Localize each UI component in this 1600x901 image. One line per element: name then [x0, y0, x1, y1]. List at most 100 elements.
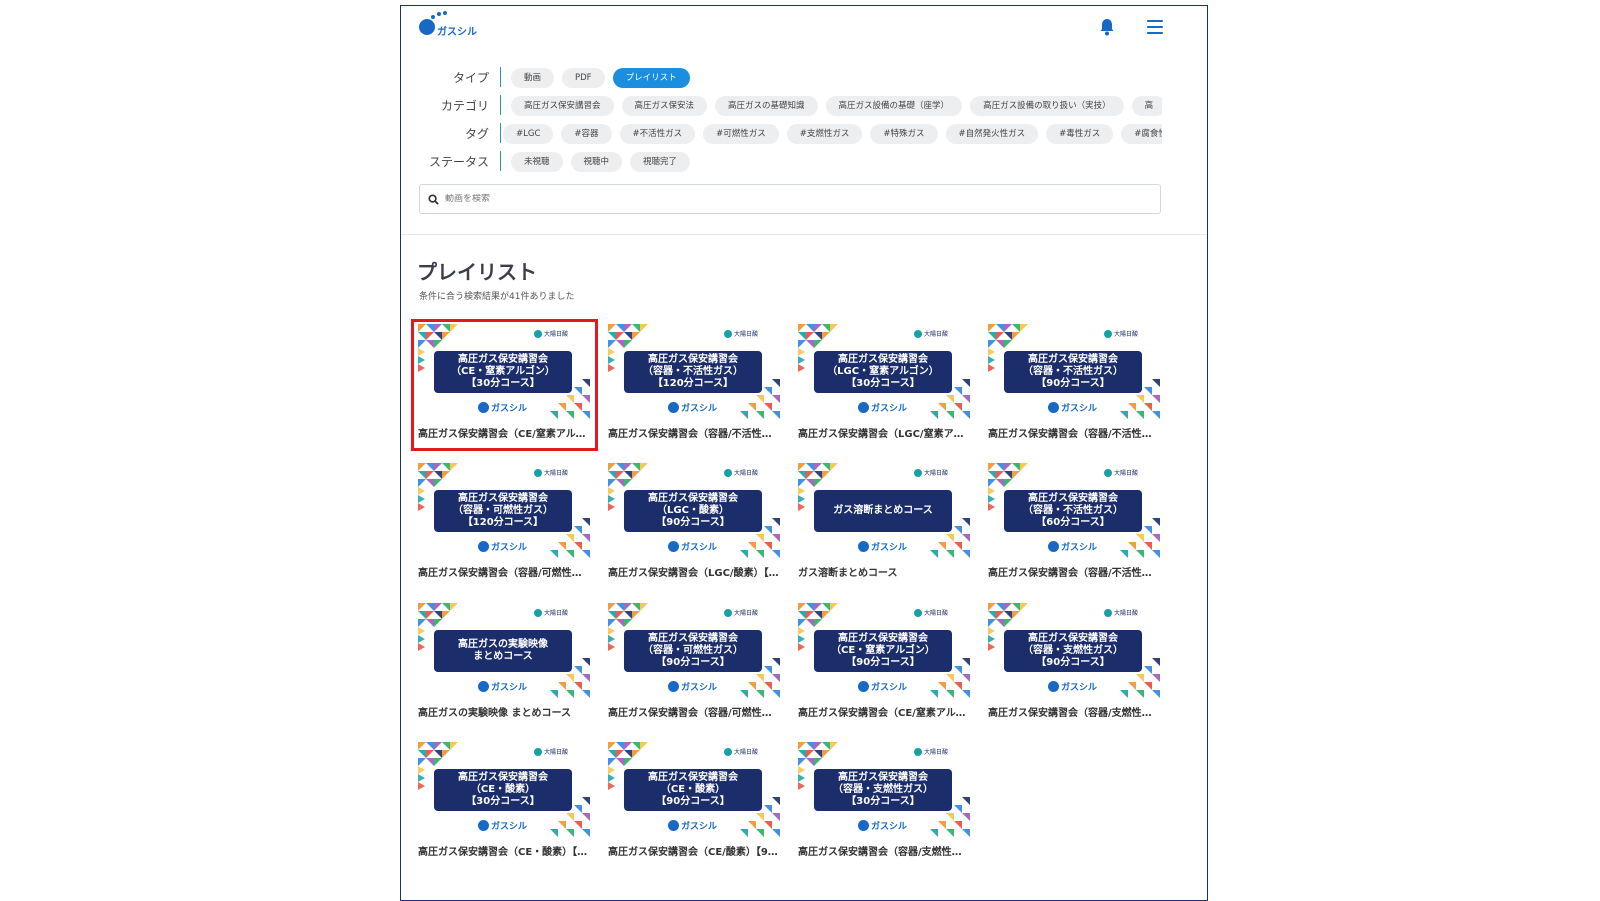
- bell-icon[interactable]: [1099, 18, 1115, 36]
- company-logo: 大陽日酸: [533, 329, 568, 338]
- filter-chip[interactable]: 高圧ガス設備の基礎（座学）: [825, 96, 963, 116]
- filter-label: カテゴリ: [440, 99, 489, 113]
- thumbnail-title-badge: 高圧ガス保安講習会 （CE・窒素アルゴン） 【90分コース】: [814, 630, 952, 672]
- filter-chip[interactable]: 視聴完了: [630, 152, 691, 172]
- playlist-card[interactable]: 大陽日酸 高圧ガス保安講習会 （CE・窒素アルゴン） 【30分コース】 ガスシル 高圧ガス…: [418, 324, 590, 446]
- playlist-thumbnail[interactable]: 大陽日酸 高圧ガス保安講習会 （CE・酸素） 【90分コース】 ガスシル: [608, 742, 780, 837]
- playlist-thumbnail[interactable]: 大陽日酸 高圧ガス保安講習会 （容器・不活性ガス） 【120分コース】 ガスシル: [608, 324, 780, 419]
- filter-chip[interactable]: 高圧ガス保安法: [621, 96, 708, 116]
- playlist-title[interactable]: 高圧ガス保安講習会（LGC/酸素）【90分コース】: [608, 564, 780, 579]
- company-logo: 大陽日酸: [913, 468, 948, 477]
- playlist-thumbnail[interactable]: 大陽日酸 高圧ガス保安講習会 （LGC・酸素） 【90分コース】 ガスシル: [608, 463, 780, 558]
- playlist-thumbnail[interactable]: 大陽日酸 高圧ガスの実験映像 まとめコース ガスシル: [418, 603, 590, 698]
- company-logo: 大陽日酸: [913, 608, 948, 617]
- playlist-title[interactable]: 高圧ガス保安講習会（CE/酸素）【90分コース】: [608, 843, 780, 858]
- thumbnail-title-line: 【120分コース】: [652, 378, 734, 389]
- thumbnail-title-line: （容器・可燃性ガス）: [643, 645, 743, 656]
- service-logo-text: ガスシル: [1061, 404, 1098, 414]
- playlist-thumbnail[interactable]: 大陽日酸 高圧ガス保安講習会 （LGC・窒素アルゴン） 【30分コース】 ガスシル: [798, 324, 970, 419]
- playlist-title[interactable]: 高圧ガス保安講習会（容器/可燃性ガス）【90分コース】: [608, 704, 780, 719]
- filter-chip[interactable]: #不活性ガス: [619, 124, 696, 144]
- playlist-card[interactable]: 大陽日酸 高圧ガス保安講習会 （LGC・窒素アルゴン） 【30分コース】 ガスシル 高圧ガ…: [798, 324, 970, 446]
- search-input[interactable]: [445, 194, 1125, 204]
- playlist-card[interactable]: 大陽日酸 高圧ガス保安講習会 （容器・不活性ガス） 【120分コース】 ガスシル 高圧ガス…: [608, 324, 780, 446]
- filter-chip[interactable]: 高: [1131, 96, 1162, 116]
- playlist-title[interactable]: ガス溶断まとめコース: [798, 564, 970, 579]
- playlist-title[interactable]: 高圧ガス保安講習会（容器/支燃性ガス）【30分コース】: [798, 843, 970, 858]
- playlist-card[interactable]: 大陽日酸 高圧ガス保安講習会 （容器・支燃性ガス） 【90分コース】 ガスシル高圧ガス保…: [988, 603, 1160, 725]
- playlist-card[interactable]: 大陽日酸 高圧ガス保安講習会 （容器・不活性ガス） 【90分コース】 ガスシル高圧ガス保…: [988, 324, 1160, 446]
- thumbnail-title-line: （容器・支燃性ガス）: [1023, 645, 1123, 656]
- filter-chip[interactable]: #LGC: [503, 124, 554, 144]
- filter-panel: タイプ 動画 PDF プレイリスト カテゴリ 高圧ガス保安講習会 高圧ガス保安法 高圧ガスの基…: [401, 64, 1207, 176]
- filter-chip[interactable]: 未視聴: [511, 152, 563, 172]
- playlist-card[interactable]: 大陽日酸 高圧ガス保安講習会 （容器・可燃性ガス） 【120分コース】 ガスシル高圧ガス…: [418, 463, 590, 585]
- thumbnail-title-line: 高圧ガス保安講習会: [838, 354, 928, 365]
- service-logo-icon: [668, 820, 679, 831]
- playlist-thumbnail[interactable]: 大陽日酸 高圧ガス保安講習会 （CE・窒素アルゴン） 【90分コース】 ガスシル: [798, 603, 970, 698]
- filter-chip[interactable]: #容器: [561, 124, 612, 144]
- company-logo: 大陽日酸: [533, 747, 568, 756]
- search-box[interactable]: [419, 184, 1161, 214]
- playlist-thumbnail[interactable]: 大陽日酸 高圧ガス保安講習会 （容器・可燃性ガス） 【90分コース】 ガスシル: [608, 603, 780, 698]
- filter-chip[interactable]: #自然発火性ガス: [945, 124, 1039, 144]
- filter-chip[interactable]: 高圧ガス保安講習会: [511, 96, 614, 116]
- playlist-card[interactable]: 大陽日酸 高圧ガス保安講習会 （CE・酸素） 【90分コース】 ガスシル 高圧ガス保安講習…: [608, 742, 780, 864]
- playlist-title[interactable]: 高圧ガス保安講習会（容器/支燃性ガス）【90分コース】: [988, 704, 1160, 719]
- filter-chip[interactable]: 視聴中: [570, 152, 623, 172]
- playlist-title[interactable]: 高圧ガスの実験映像 まとめコース: [418, 704, 590, 719]
- playlist-thumbnail[interactable]: 大陽日酸 高圧ガス保安講習会 （容器・支燃性ガス） 【30分コース】 ガスシル: [798, 742, 970, 837]
- filter-chip[interactable]: 高圧ガスの基礎知識: [715, 96, 818, 116]
- playlist-thumbnail[interactable]: 大陽日酸 高圧ガス保安講習会 （容器・支燃性ガス） 【90分コース】 ガスシル: [988, 603, 1160, 698]
- thumbnail-title-badge: 高圧ガス保安講習会 （CE・酸素） 【90分コース】: [624, 769, 762, 811]
- playlist-title[interactable]: 高圧ガス保安講習会（容器/可燃性ガス）【120分コース】: [418, 564, 590, 579]
- playlist-title[interactable]: 高圧ガス保安講習会（容器/不活性ガス）【90分コース】: [988, 425, 1160, 440]
- filter-chip[interactable]: #毒性ガス: [1046, 124, 1114, 144]
- thumbnail-title-badge: 高圧ガス保安講習会 （容器・不活性ガス） 【120分コース】: [624, 351, 762, 393]
- playlist-title[interactable]: 高圧ガス保安講習会（CE・酸素）【30分コース】: [418, 843, 590, 858]
- playlist-card[interactable]: 大陽日酸 ガス溶断まとめコース ガスシルガス溶断まとめコース: [798, 463, 970, 585]
- playlist-card[interactable]: 大陽日酸 高圧ガス保安講習会 （容器・可燃性ガス） 【90分コース】 ガスシル高圧ガス保…: [608, 603, 780, 725]
- service-logo-text: ガスシル: [491, 404, 528, 414]
- playlist-thumbnail[interactable]: 大陽日酸 高圧ガス保安講習会 （容器・可燃性ガス） 【120分コース】 ガスシル: [418, 463, 590, 558]
- thumbnail-title-line: 【90分コース】: [846, 657, 920, 668]
- playlist-card[interactable]: 大陽日酸 高圧ガス保安講習会 （CE・酸素） 【30分コース】 ガスシル 高圧ガス保安講習…: [418, 742, 590, 864]
- playlist-title[interactable]: 高圧ガス保安講習会（CE/窒素アルゴン）【90分コース】: [798, 704, 970, 719]
- filter-chip[interactable]: #特殊ガス: [870, 124, 938, 144]
- filter-chip[interactable]: 動画: [511, 68, 555, 88]
- company-logo-text: 大陽日酸: [1113, 610, 1138, 617]
- playlist-title[interactable]: 高圧ガス保安講習会（容器/不活性ガス）【120分コース】: [608, 425, 780, 440]
- filter-chip[interactable]: プレイリスト: [612, 68, 690, 88]
- divider: [401, 234, 1207, 235]
- hamburger-menu-icon[interactable]: [1147, 20, 1163, 34]
- filter-separator: [500, 95, 501, 115]
- filter-chip[interactable]: #腐食性: [1121, 124, 1162, 144]
- playlist-title[interactable]: 高圧ガス保安講習会（容器/不活性ガス）【60分コース】: [988, 564, 1160, 579]
- filter-chips: 動画 PDF プレイリスト: [511, 68, 1162, 90]
- filter-chip[interactable]: #可燃性ガス: [703, 124, 779, 144]
- playlist-thumbnail[interactable]: 大陽日酸 ガス溶断まとめコース ガスシル: [798, 463, 970, 558]
- playlist-card[interactable]: 大陽日酸 高圧ガスの実験映像 まとめコース ガスシル高圧ガスの実験映像 まとめコース: [418, 603, 590, 725]
- playlist-thumbnail[interactable]: 大陽日酸 高圧ガス保安講習会 （容器・不活性ガス） 【60分コース】 ガスシル: [988, 463, 1160, 558]
- playlist-card[interactable]: 大陽日酸 高圧ガス保安講習会 （CE・窒素アルゴン） 【90分コース】 ガスシル 高圧ガス…: [798, 603, 970, 725]
- playlist-title[interactable]: 高圧ガス保安講習会（CE/窒素アルゴン）【30分コース】: [418, 425, 590, 440]
- playlist-card[interactable]: 大陽日酸 高圧ガス保安講習会 （LGC・酸素） 【90分コース】 ガスシル高圧ガス保安講…: [608, 463, 780, 585]
- thumbnail-title-badge: 高圧ガス保安講習会 （CE・酸素） 【30分コース】: [434, 769, 572, 811]
- company-logo-text: 大陽日酸: [543, 749, 568, 756]
- app-logo[interactable]: ガスシル: [419, 10, 477, 38]
- playlist-card[interactable]: 大陽日酸 高圧ガス保安講習会 （容器・不活性ガス） 【60分コース】 ガスシル高圧ガス保…: [988, 463, 1160, 585]
- playlist-thumbnail[interactable]: 大陽日酸 高圧ガス保安講習会 （CE・酸素） 【30分コース】 ガスシル: [418, 742, 590, 837]
- filter-chip[interactable]: 高圧ガス設備の取り扱い（実技）: [970, 96, 1124, 116]
- playlist-thumbnail[interactable]: 大陽日酸 高圧ガス保安講習会 （CE・窒素アルゴン） 【30分コース】 ガスシル: [418, 324, 590, 419]
- filter-chip[interactable]: PDF: [562, 68, 605, 88]
- playlist-card[interactable]: 大陽日酸 高圧ガス保安講習会 （容器・支燃性ガス） 【30分コース】 ガスシル高圧ガス保…: [798, 742, 970, 864]
- playlist-thumbnail[interactable]: 大陽日酸 高圧ガス保安講習会 （容器・不活性ガス） 【90分コース】 ガスシル: [988, 324, 1160, 419]
- playlist-title[interactable]: 高圧ガス保安講習会（LGC/窒素アルゴン）【30分コース】: [798, 425, 970, 440]
- service-logo-text: ガスシル: [871, 822, 908, 832]
- thumbnail-title-line: 高圧ガス保安講習会: [458, 354, 548, 365]
- company-logo-text: 大陽日酸: [733, 749, 758, 756]
- thumbnail-title-line: 【120分コース】: [462, 517, 544, 528]
- thumbnail-title-line: 【90分コース】: [656, 517, 730, 528]
- thumbnail-title-line: 【30分コース】: [466, 378, 540, 389]
- filter-chip[interactable]: #支燃性ガス: [786, 124, 863, 144]
